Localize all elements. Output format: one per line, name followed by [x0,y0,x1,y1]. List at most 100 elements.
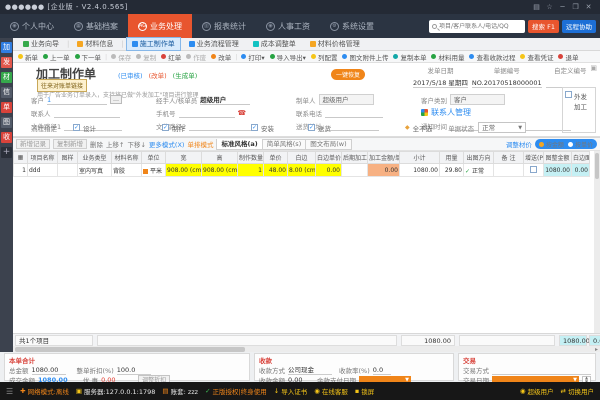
switch-user-link[interactable]: ⇄切换用户 [561,386,594,396]
sidebar-shortcut-4[interactable]: 信 [1,87,12,98]
contact-manager-link[interactable]: 联系人管理 [421,107,471,118]
single-row-mode-link[interactable]: 单排模式 [187,139,213,149]
flow-check-delivery[interactable]: 送货 [308,123,331,133]
tab-material-info[interactable]: 材料信息 [71,37,119,51]
current-user[interactable]: ◉超级用户 [520,386,554,396]
col-business-type[interactable]: 业务类型 [78,152,112,164]
radio-by-amount[interactable]: 按金额 [539,140,564,149]
adjust-material-price-link[interactable]: 调整材价 [506,139,532,149]
order-no-value[interactable]: NO.20170518000001 [472,78,542,88]
modify-order-link[interactable]: (改单) [149,70,167,80]
sidebar-shortcut-1[interactable]: 加 [1,42,12,53]
one-key-restore-button[interactable]: 一键恢复 [331,69,365,80]
generate-order-link[interactable]: (生成单) [173,70,198,80]
online-service-link[interactable]: ◉在线客服 [314,386,348,396]
col-picture[interactable]: 图样 [58,152,78,164]
cell-picture[interactable] [58,164,78,177]
sidebar-shortcut-5[interactable]: 单 [1,102,12,113]
vscroll-thumb[interactable] [595,153,599,179]
cell-total-amount[interactable]: 1080.00 [544,164,572,177]
cell-margin-price[interactable]: 0.00 [316,164,342,177]
move-down-button[interactable]: 下移↓ [127,139,145,149]
tab-work-order[interactable]: 施工制作单 [126,37,181,51]
design-checkbox[interactable] [73,124,80,131]
col-gift[interactable]: 增送(P4) [524,152,544,164]
col-height[interactable]: 高 [202,152,238,164]
attachment-upload-button[interactable]: 图文附件上传 [340,52,390,62]
flow-check-install[interactable]: 安装 [251,123,274,133]
install-checkbox[interactable] [251,124,258,131]
cell-gift[interactable] [524,164,544,177]
global-search[interactable] [429,20,525,33]
col-width[interactable]: 宽 [166,152,202,164]
customer-input[interactable]: 1 [47,95,107,105]
cell-unit[interactable]: 平米 [142,164,166,177]
nav-reports[interactable]: ▥报表统计 [192,14,256,38]
select-none-link[interactable]: ◆全不选 [405,123,432,133]
col-usage[interactable]: 用量 [440,152,464,164]
payment-history-button[interactable]: 查看收款过程 [467,52,517,62]
next-order-button[interactable]: 下一单 [73,52,104,62]
outsource-checkbox[interactable] [565,91,572,98]
column-config-button[interactable]: 列配置 [309,52,340,62]
remote-assist-button[interactable]: 远程协助 [562,20,596,33]
col-price[interactable]: 单价 [264,152,288,164]
trade-mode-input[interactable] [492,366,591,375]
cell-margin-area[interactable]: 0.00 [572,164,590,177]
radio-by-price[interactable]: 按单价 [568,140,593,149]
col-material[interactable]: 材料名称 [112,152,142,164]
maximize-icon[interactable]: ❒ [569,3,582,11]
network-status[interactable]: ✚网络模式:离线 [20,386,69,396]
flow-check-design[interactable]: 设计 [73,123,96,133]
nav-archives[interactable]: ▦基础档案 [64,14,128,38]
cell-post-process[interactable] [342,164,368,177]
sidebar-shortcut-7[interactable]: 收 [1,132,12,143]
material-usage-button[interactable]: 材料用量 [429,52,466,62]
nav-hr[interactable]: ◉人事工资 [256,14,320,38]
cell-process-amount[interactable]: 0.00 [368,164,400,177]
menu-icon[interactable]: ☰ [6,387,13,396]
col-note[interactable]: 备 注 [494,152,524,164]
sidebar-shortcut-2[interactable]: 发 [1,57,12,68]
nav-settings[interactable]: ⚙系统设置 [320,14,384,38]
tab-price-manage[interactable]: 材料价格管理 [304,37,366,51]
vertical-scrollbar[interactable] [594,151,600,333]
col-margin-price[interactable]: 白边单价 [316,152,342,164]
style-standard[interactable]: 标准风格(a) [217,139,262,149]
make-checkbox[interactable] [162,124,169,131]
copy-order-button[interactable]: 复制本单 [391,52,428,62]
customer-category-value[interactable]: 客户 [450,94,505,105]
pin-icon[interactable]: ☆ [543,3,556,11]
void-button[interactable]: 作废 [184,52,208,62]
copy-button[interactable]: 复制 [134,52,158,62]
save-button[interactable]: 保存 [109,52,133,62]
tab-cost-adjust[interactable]: 成本调整单 [247,37,302,51]
issue-date-value[interactable]: 2017/5/18 星期四 [413,78,468,88]
cell-subtotal[interactable]: 1080.00 [400,164,440,177]
cell-note[interactable] [494,164,524,177]
col-margin-area[interactable]: 白边面积 [572,152,590,164]
more-modes-link[interactable]: 更多模式(X) [149,139,185,149]
table-row[interactable]: 1 ddd 室内写真 背胶 平米 908.00 (cm) 908.00 (cm)… [14,164,590,177]
modify-button[interactable]: 改单 [209,52,233,62]
cell-direction[interactable]: ✓ 正常 [464,164,494,177]
copy-record-button[interactable]: 复制新增 [53,139,87,149]
tab-wizard[interactable]: 业务向导 [17,37,65,51]
cell-material[interactable]: 背胶 [112,164,142,177]
delivery-checkbox[interactable] [308,124,315,131]
close-icon[interactable]: ✕ [582,3,595,11]
move-up-button[interactable]: 上移↑ [106,139,124,149]
cell-height[interactable]: 908.00 (cm) [202,164,238,177]
search-input[interactable] [439,23,522,30]
delete-record-button[interactable]: 删除 [90,139,103,149]
red-order-button[interactable]: 红单 [159,52,183,62]
order-status-select[interactable]: 正常▼ [478,122,526,133]
prev-order-button[interactable]: 上一单 [41,52,72,62]
search-button[interactable]: 搜索 F1 [528,20,559,33]
import-cert-link[interactable]: ↓导入证书 [274,386,307,396]
cell-project-name[interactable]: ddd [28,164,58,177]
col-subtotal[interactable]: 小计 [400,152,440,164]
audited-link[interactable]: (已审核) [118,70,143,80]
col-process-amount[interactable]: 加工金额/单价 [368,152,400,164]
col-margin[interactable]: 白边 [288,152,316,164]
